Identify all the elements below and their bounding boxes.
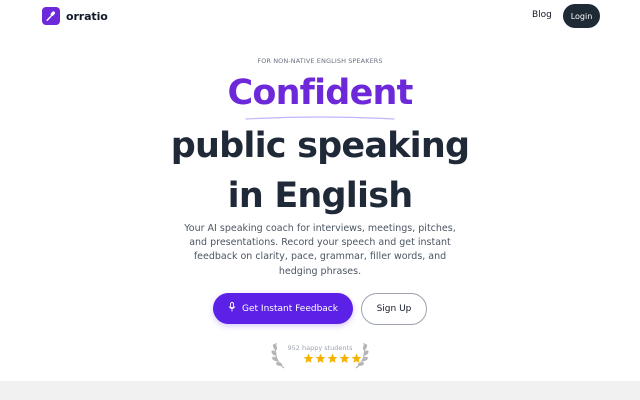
headline-underline: [245, 116, 395, 120]
primary-button-label: Get Instant Feedback: [242, 303, 338, 314]
social-proof: 952 happy students: [270, 340, 370, 370]
microphone-icon: [228, 302, 236, 315]
star-icon: [351, 353, 362, 363]
happy-students-count: 952 happy students: [287, 344, 353, 352]
brand-logo[interactable]: orratio: [42, 7, 108, 25]
get-instant-feedback-button[interactable]: Get Instant Feedback: [213, 293, 353, 324]
star-icon: [315, 353, 326, 363]
star-rating: [303, 353, 362, 364]
hero-description: Your AI speaking coach for interviews, m…: [184, 223, 456, 277]
star-icon: [327, 353, 338, 363]
nav-blog-link[interactable]: Blog: [532, 10, 552, 20]
headline-accent: Confident: [227, 73, 413, 113]
headline-line-2: in English: [227, 176, 414, 216]
star-icon: [303, 353, 314, 363]
login-button[interactable]: Login: [563, 4, 600, 28]
hero-eyebrow: FOR NON-NATIVE ENGLISH SPEAKERS: [257, 57, 383, 65]
microphone-logo-icon: [42, 7, 60, 25]
star-icon: [339, 353, 350, 363]
brand-name: orratio: [66, 9, 108, 23]
next-section-band: [0, 381, 640, 400]
sign-up-button[interactable]: Sign Up: [361, 293, 427, 325]
headline-line-1: public speaking: [170, 126, 470, 166]
site-header: orratio Blog Login: [0, 0, 640, 32]
